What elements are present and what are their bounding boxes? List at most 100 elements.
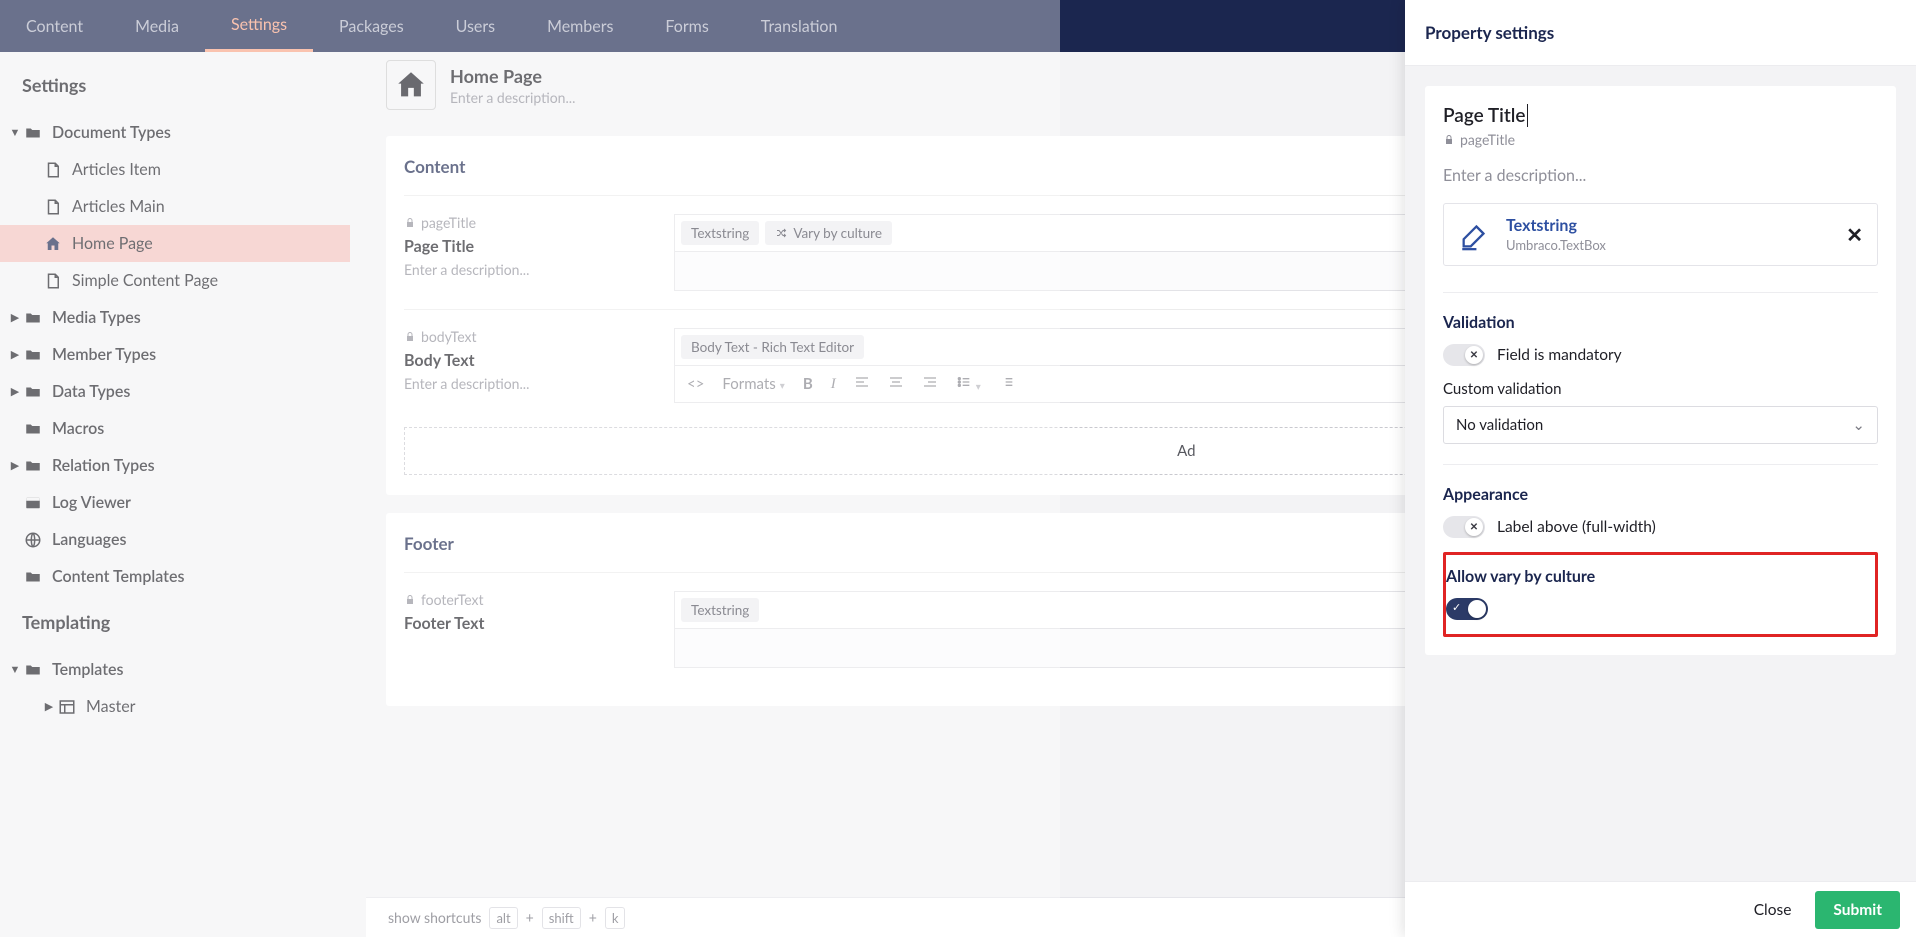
layout-icon [58,698,86,716]
home-icon [394,68,428,102]
folder-icon [24,661,52,679]
editor-tag-textstring: Textstring [681,598,759,622]
key-plus: + [589,909,597,926]
file-icon [44,198,72,216]
editor-type: Umbraco.TextBox [1506,237,1832,253]
home-icon [44,235,72,253]
rte-source-icon[interactable]: <> [687,375,704,393]
tree-content-templates[interactable]: ▶ Content Templates [0,558,350,595]
nav-packages[interactable]: Packages [313,0,430,52]
tree-media-types[interactable]: ▶ Media Types [0,299,350,336]
submit-button[interactable]: Submit [1815,891,1900,929]
mandatory-toggle[interactable] [1443,344,1485,366]
property-name: Body Text [404,351,674,370]
tree-languages[interactable]: ▶ Languages [0,521,350,558]
folder-icon [24,309,52,327]
vary-title: Allow vary by culture [1446,567,1875,586]
mandatory-label: Field is mandatory [1497,346,1622,364]
appearance-title: Appearance [1443,485,1878,504]
sidebar-section-settings: Settings [0,52,350,114]
property-settings-panel: Property settings Page Title pageTitle E… [1405,0,1916,937]
key-alt: alt [489,907,517,929]
key-plus: + [526,909,534,926]
log-icon [24,494,52,512]
key-shift: shift [542,907,581,929]
editor-tag-textstring: Textstring [681,221,759,245]
rte-align-center-icon[interactable] [888,374,904,394]
rte-italic-icon[interactable]: I [831,376,836,393]
edit-icon [1458,218,1492,252]
globe-icon [24,531,52,549]
panel-title: Property settings [1405,0,1916,66]
tree-macros[interactable]: ▶ Macros [0,410,350,447]
tree-articles-item[interactable]: Articles Item [0,151,350,188]
key-k: k [605,907,626,929]
nav-users[interactable]: Users [430,0,521,52]
property-name: Footer Text [404,614,674,633]
nav-media[interactable]: Media [109,0,205,52]
tree-simple-content-page[interactable]: Simple Content Page [0,262,350,299]
panel-description-input[interactable]: Enter a description... [1443,166,1878,185]
sidebar: Settings ▼ Document Types Articles Item … [0,52,360,937]
chevron-down-icon: ⌄ [1852,416,1865,434]
tree-relation-types[interactable]: ▶ Relation Types [0,447,350,484]
property-description: Enter a description... [404,261,674,278]
rte-numbered-icon[interactable] [999,374,1015,394]
remove-editor-button[interactable]: ✕ [1846,223,1863,247]
custom-validation-select[interactable]: No validation ⌄ [1443,406,1878,444]
doctype-description[interactable]: Enter a description... [450,89,575,106]
file-icon [44,161,72,179]
panel-property-alias: pageTitle [1460,131,1515,148]
rte-align-right-icon[interactable] [922,374,938,394]
nav-forms[interactable]: Forms [639,0,734,52]
rte-bold-icon[interactable]: B [803,375,813,393]
tree-home-page[interactable]: Home Page [0,225,350,262]
tree-member-types[interactable]: ▶ Member Types [0,336,350,373]
vary-by-culture-highlight: Allow vary by culture [1443,552,1878,637]
tree-document-types[interactable]: ▼ Document Types [0,114,350,151]
property-description: Enter a description... [404,375,674,392]
sidebar-section-templating: Templating [0,595,350,651]
lock-icon [404,594,416,606]
file-icon [44,272,72,290]
lock-icon [404,217,416,229]
nav-translation[interactable]: Translation [735,0,864,52]
label-above-label: Label above (full-width) [1497,518,1656,536]
rte-align-left-icon[interactable] [854,374,870,394]
close-button[interactable]: Close [1748,893,1798,927]
nav-content[interactable]: Content [0,0,109,52]
folder-icon [24,457,52,475]
property-name: Page Title [404,237,674,256]
tree-data-types[interactable]: ▶ Data Types [0,373,350,410]
label-above-toggle[interactable] [1443,516,1485,538]
folder-icon [24,346,52,364]
folder-icon [24,568,52,586]
shuffle-icon [775,227,787,239]
folder-icon [24,383,52,401]
rte-bullets-icon[interactable] [956,374,981,394]
doctype-title[interactable]: Home Page [450,65,575,87]
lock-icon [404,331,416,343]
panel-property-name[interactable]: Page Title [1443,104,1528,127]
property-alias: pageTitle [421,214,476,231]
folder-icon [24,420,52,438]
tree-articles-main[interactable]: Articles Main [0,188,350,225]
tree-templates[interactable]: ▼ Templates [0,651,350,688]
editor-picker[interactable]: Textstring Umbraco.TextBox ✕ [1443,203,1878,266]
nav-members[interactable]: Members [521,0,639,52]
folder-icon [24,124,52,142]
lock-icon [1443,134,1455,146]
property-alias: bodyText [421,328,477,345]
tree-master[interactable]: ▶ Master [0,688,350,725]
vary-by-culture-toggle[interactable] [1446,598,1488,620]
editor-tag-vary: Vary by culture [765,221,892,245]
nav-settings[interactable]: Settings [205,0,313,52]
tree-log-viewer[interactable]: ▶ Log Viewer [0,484,350,521]
editor-name: Textstring [1506,216,1832,235]
doctype-icon-picker[interactable] [386,60,436,110]
validation-title: Validation [1443,313,1878,332]
editor-tag: Body Text - Rich Text Editor [681,335,864,359]
shortcuts-label[interactable]: show shortcuts [388,909,481,926]
property-alias: footerText [421,591,484,608]
rte-formats[interactable]: Formats [722,375,784,393]
